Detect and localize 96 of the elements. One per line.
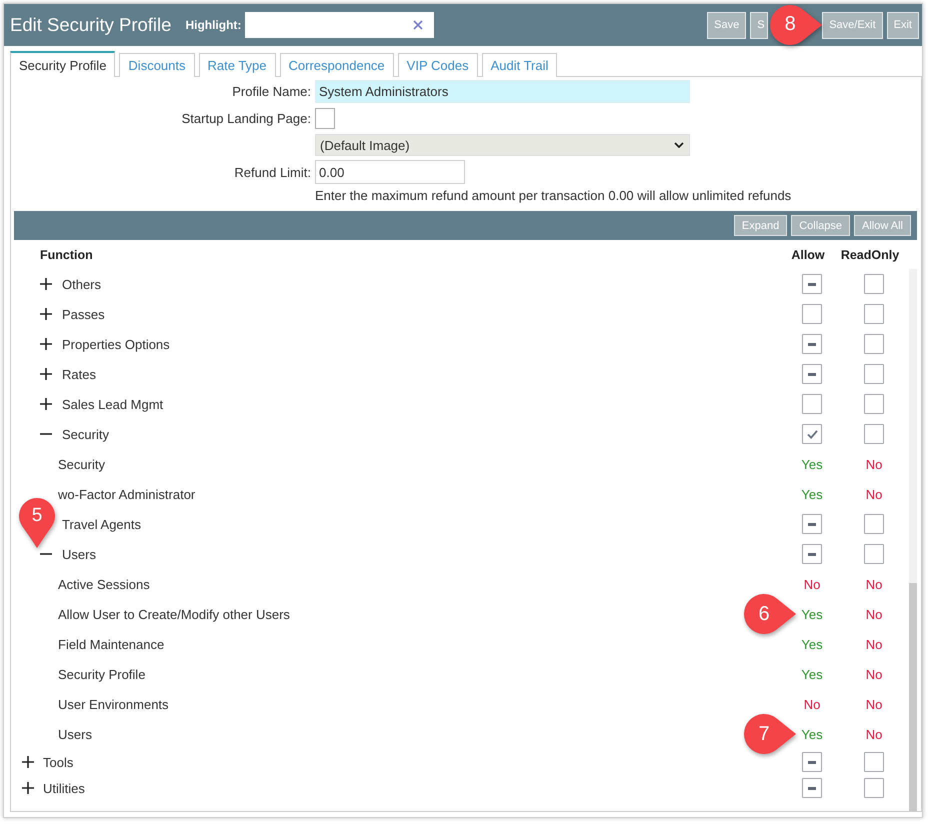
refund-limit-input[interactable]: 0.00 — [315, 160, 465, 184]
table-button[interactable]: Collapse — [791, 215, 850, 236]
readonly-checkbox[interactable] — [864, 778, 884, 798]
plus-icon[interactable] — [40, 368, 52, 380]
profile-name-input[interactable]: System Administrators — [315, 80, 690, 103]
function-name: Tools — [43, 754, 74, 770]
readonly-value: No — [866, 666, 882, 682]
allow-value: Yes — [801, 726, 823, 742]
column-header: Allow — [791, 248, 825, 262]
help-text: Enter the maximum refund amount per transaction 0.00 will allow unlimited refunds — [315, 188, 792, 204]
function-name: Passes — [62, 306, 105, 322]
readonly-value: No — [866, 456, 882, 472]
function-name: Rates — [62, 366, 96, 382]
function-name: Sales Lead Mgmt — [62, 396, 164, 412]
allow-value: Yes — [801, 606, 823, 622]
readonly-checkbox[interactable] — [864, 334, 884, 354]
window-title: Edit Security Profile — [10, 14, 172, 36]
header-button[interactable]: S — [750, 12, 768, 38]
field-label: Startup Landing Page: — [180, 111, 312, 126]
plus-icon[interactable] — [40, 398, 52, 410]
function-name: Allow User to Create/Modify other Users — [58, 606, 290, 622]
readonly-value: No — [866, 486, 882, 502]
highlight-field[interactable] — [245, 12, 434, 38]
field-label: Refund Limit: — [233, 164, 312, 180]
table-button[interactable]: Expand — [734, 215, 788, 236]
header-button[interactable]: Exit — [886, 12, 919, 38]
field-label: Profile Name: — [231, 84, 312, 99]
function-name: Utilities — [43, 780, 85, 796]
readonly-checkbox[interactable] — [864, 514, 884, 534]
readonly-checkbox[interactable] — [864, 304, 884, 324]
function-name: Users — [62, 546, 96, 562]
readonly-checkbox[interactable] — [864, 364, 884, 384]
header-button[interactable]: Save/Exit — [822, 12, 883, 38]
allow-checkbox[interactable] — [802, 544, 822, 564]
tab[interactable]: Audit Trail — [482, 53, 558, 77]
allow-checkbox[interactable] — [802, 778, 822, 798]
callout-marker: 5 — [17, 496, 57, 548]
readonly-value: No — [866, 696, 882, 712]
function-name: Travel Agents — [62, 516, 142, 532]
plus-icon[interactable] — [22, 756, 34, 768]
callout-marker: 7 — [742, 712, 796, 756]
tab[interactable]: Correspondence — [280, 53, 394, 77]
function-name: User Environments — [58, 696, 169, 712]
column-header: Function — [39, 248, 93, 262]
plus-icon[interactable] — [40, 278, 52, 290]
readonly-value: No — [866, 636, 882, 652]
plus-icon[interactable] — [22, 782, 34, 794]
function-name: Properties Options — [62, 336, 170, 352]
function-name: Active Sessions — [58, 576, 150, 592]
readonly-checkbox[interactable] — [864, 424, 884, 444]
function-name: Security — [62, 426, 109, 442]
plus-icon[interactable] — [40, 338, 52, 350]
readonly-checkbox[interactable] — [864, 274, 884, 294]
allow-checkbox[interactable] — [802, 274, 822, 294]
image-dropdown[interactable]: (Default Image) — [315, 134, 690, 156]
readonly-value: No — [866, 576, 882, 592]
tab[interactable]: Rate Type — [198, 53, 276, 77]
function-name: Others — [62, 276, 102, 292]
clear-icon[interactable] — [413, 20, 424, 30]
allow-checkbox[interactable] — [802, 752, 822, 772]
allow-checkbox[interactable] — [802, 424, 822, 444]
readonly-checkbox[interactable] — [864, 752, 884, 772]
readonly-checkbox[interactable] — [864, 544, 884, 564]
allow-value: Yes — [801, 636, 823, 652]
header-button[interactable]: Save — [707, 12, 746, 38]
allow-checkbox[interactable] — [802, 394, 822, 414]
allow-checkbox[interactable] — [802, 364, 822, 384]
column-header: ReadOnly — [840, 248, 900, 262]
allow-checkbox[interactable] — [802, 334, 822, 354]
tab[interactable]: VIP Codes — [398, 53, 478, 77]
readonly-value: No — [866, 726, 882, 742]
tab[interactable]: Discounts — [119, 53, 194, 77]
scrollbar[interactable] — [909, 269, 917, 811]
landing-page-checkbox[interactable] — [315, 108, 335, 129]
scrollbar-thumb[interactable] — [909, 583, 917, 811]
allow-value: Yes — [801, 456, 823, 472]
allow-value: Yes — [801, 486, 823, 502]
callout-marker: 6 — [742, 592, 796, 636]
chevron-down-icon — [674, 142, 684, 148]
allow-value: No — [804, 696, 820, 712]
allow-value: No — [804, 576, 820, 592]
tab[interactable]: Security Profile — [10, 51, 116, 77]
table-button[interactable]: Allow All — [854, 215, 911, 236]
highlight-label: Highlight: — [185, 18, 242, 32]
plus-icon[interactable] — [40, 308, 52, 320]
readonly-checkbox[interactable] — [864, 394, 884, 414]
readonly-value: No — [866, 606, 882, 622]
allow-checkbox[interactable] — [802, 514, 822, 534]
allow-checkbox[interactable] — [802, 304, 822, 324]
callout-marker: 8 — [768, 2, 822, 46]
function-name: Users — [58, 726, 92, 742]
allow-value: Yes — [801, 666, 823, 682]
function-name: Security Profile — [58, 666, 146, 682]
function-name: Field Maintenance — [58, 636, 164, 652]
function-name: Security — [58, 456, 105, 472]
function-name: wo-Factor Administrator — [58, 486, 196, 502]
